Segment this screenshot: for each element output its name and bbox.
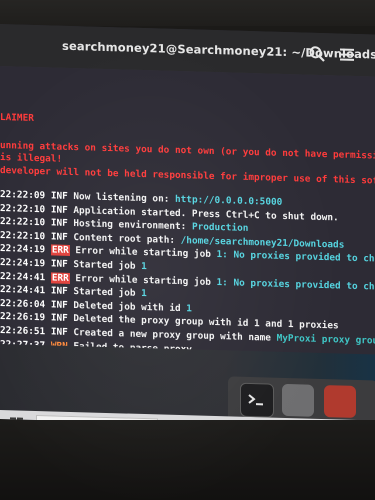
- log-level-badge: INF: [50, 231, 68, 243]
- log-timestamp: 22:22:10: [0, 216, 46, 229]
- laptop-bezel: [0, 0, 375, 26]
- log-level-badge: INF: [50, 204, 68, 216]
- log-message: Hosting environment:: [73, 218, 192, 233]
- log-highlight: http://0.0.0.0:5000: [175, 193, 283, 208]
- log-level-badge: INF: [50, 217, 68, 230]
- log-level-badge: ERR: [50, 244, 70, 257]
- app-icon[interactable]: [324, 385, 356, 418]
- log-message: Started job: [73, 286, 142, 300]
- log-message: Content root path:: [73, 231, 181, 246]
- disclaimer-line: developer will not be held responsible f…: [0, 165, 375, 188]
- log-message: Deleted job with id: [73, 299, 187, 315]
- hamburger-menu-icon[interactable]: [338, 45, 356, 64]
- log-level-badge: INF: [50, 258, 68, 270]
- log-highlight: 1: [141, 260, 147, 273]
- log-level-badge: ERR: [50, 272, 70, 284]
- terminal-app-icon[interactable]: [240, 382, 274, 418]
- log-timestamp: 22:22:09: [0, 189, 46, 202]
- log-timestamp: 22:24:19: [0, 257, 46, 270]
- log-highlight: 1: No proxies provided to check: [216, 249, 375, 266]
- terminal-prompt-icon: [248, 394, 263, 406]
- log-level-badge: INF: [50, 312, 68, 325]
- log-level-badge: INF: [50, 299, 68, 311]
- log-highlight: 1: No proxies provided to check: [216, 276, 375, 293]
- log-level-badge: INF: [50, 285, 68, 298]
- log-message: Now listening on:: [73, 191, 176, 205]
- laptop-screen: searchmoney21@Searchmoney21: ~/Downloads…: [0, 24, 375, 430]
- log-timestamp: 22:22:10: [0, 202, 46, 215]
- log-timestamp: 22:26:04: [0, 297, 46, 311]
- log-message: Started job: [73, 259, 142, 272]
- log-level-badge: INF: [50, 190, 68, 202]
- log-timestamp: 22:24:41: [0, 284, 46, 297]
- log-timestamp: 22:24:41: [0, 270, 46, 283]
- log-timestamp: 22:22:10: [0, 229, 46, 243]
- log-highlight: 1: [141, 288, 147, 300]
- search-icon[interactable]: [308, 45, 326, 64]
- disclaimer-line: LAIMER: [0, 112, 34, 124]
- laptop-keyboard-deck: [0, 420, 375, 500]
- log-highlight: MyProxi proxy group: [276, 332, 375, 347]
- log-timestamp: 22:26:51: [0, 325, 46, 338]
- log-highlight: 1: [186, 303, 192, 315]
- log-highlight: Production: [191, 221, 249, 235]
- app-icon[interactable]: [282, 383, 314, 417]
- log-message: Error while starting job: [75, 272, 217, 288]
- log-timestamp: 22:26:19: [0, 311, 46, 324]
- log-timestamp: 22:24:19: [0, 243, 46, 256]
- log-level-badge: INF: [50, 326, 68, 338]
- window-title: searchmoney21@Searchmoney21: ~/Downloads: [62, 38, 375, 62]
- log-highlight: /home/searchmoney21/Downloads: [180, 234, 345, 251]
